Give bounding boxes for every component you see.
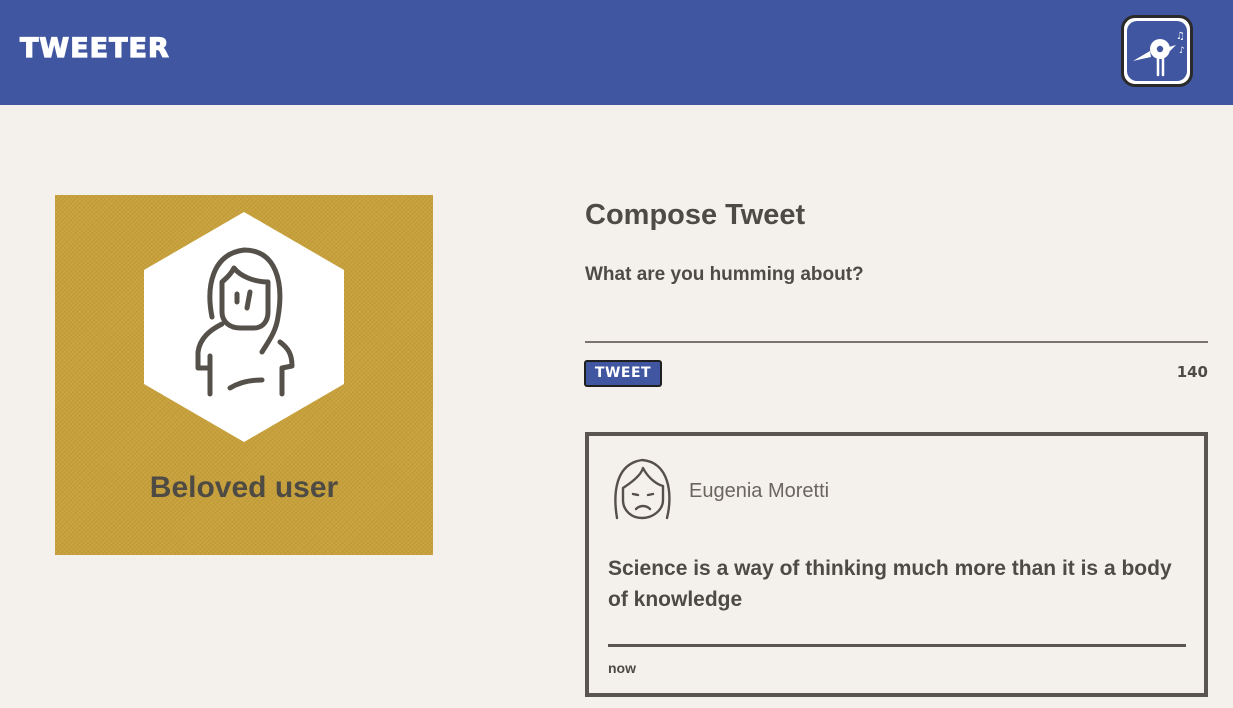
tweet-card: Eugenia Moretti Science is a way of thin…	[585, 432, 1208, 697]
tweet-text: Science is a way of thinking much more t…	[608, 557, 1172, 611]
woman-avatar-icon	[144, 212, 344, 442]
tweet-text-input[interactable]	[585, 262, 1208, 343]
svg-text:♫: ♫	[1176, 31, 1185, 42]
brand-title[interactable]: Tweeter	[19, 32, 170, 64]
bird-singing-icon: ♫ ♪	[1127, 21, 1187, 81]
tweet-divider	[608, 644, 1186, 647]
profile-card: Beloved user	[55, 195, 433, 555]
tweet-submit-button[interactable]: TWEET	[584, 360, 662, 387]
bird-logo-button[interactable]: ♫ ♪	[1121, 15, 1193, 87]
top-nav-bar: Tweeter ♫ ♪	[0, 0, 1233, 105]
character-counter: 140	[1176, 363, 1208, 381]
tweet-author: Eugenia Moretti	[689, 480, 830, 502]
tweet-timestamp: now	[608, 660, 636, 676]
sad-woman-avatar-icon	[614, 458, 671, 520]
profile-name: Beloved user	[149, 471, 339, 504]
svg-text:♪: ♪	[1179, 46, 1185, 56]
compose-title: Compose Tweet	[585, 199, 806, 231]
